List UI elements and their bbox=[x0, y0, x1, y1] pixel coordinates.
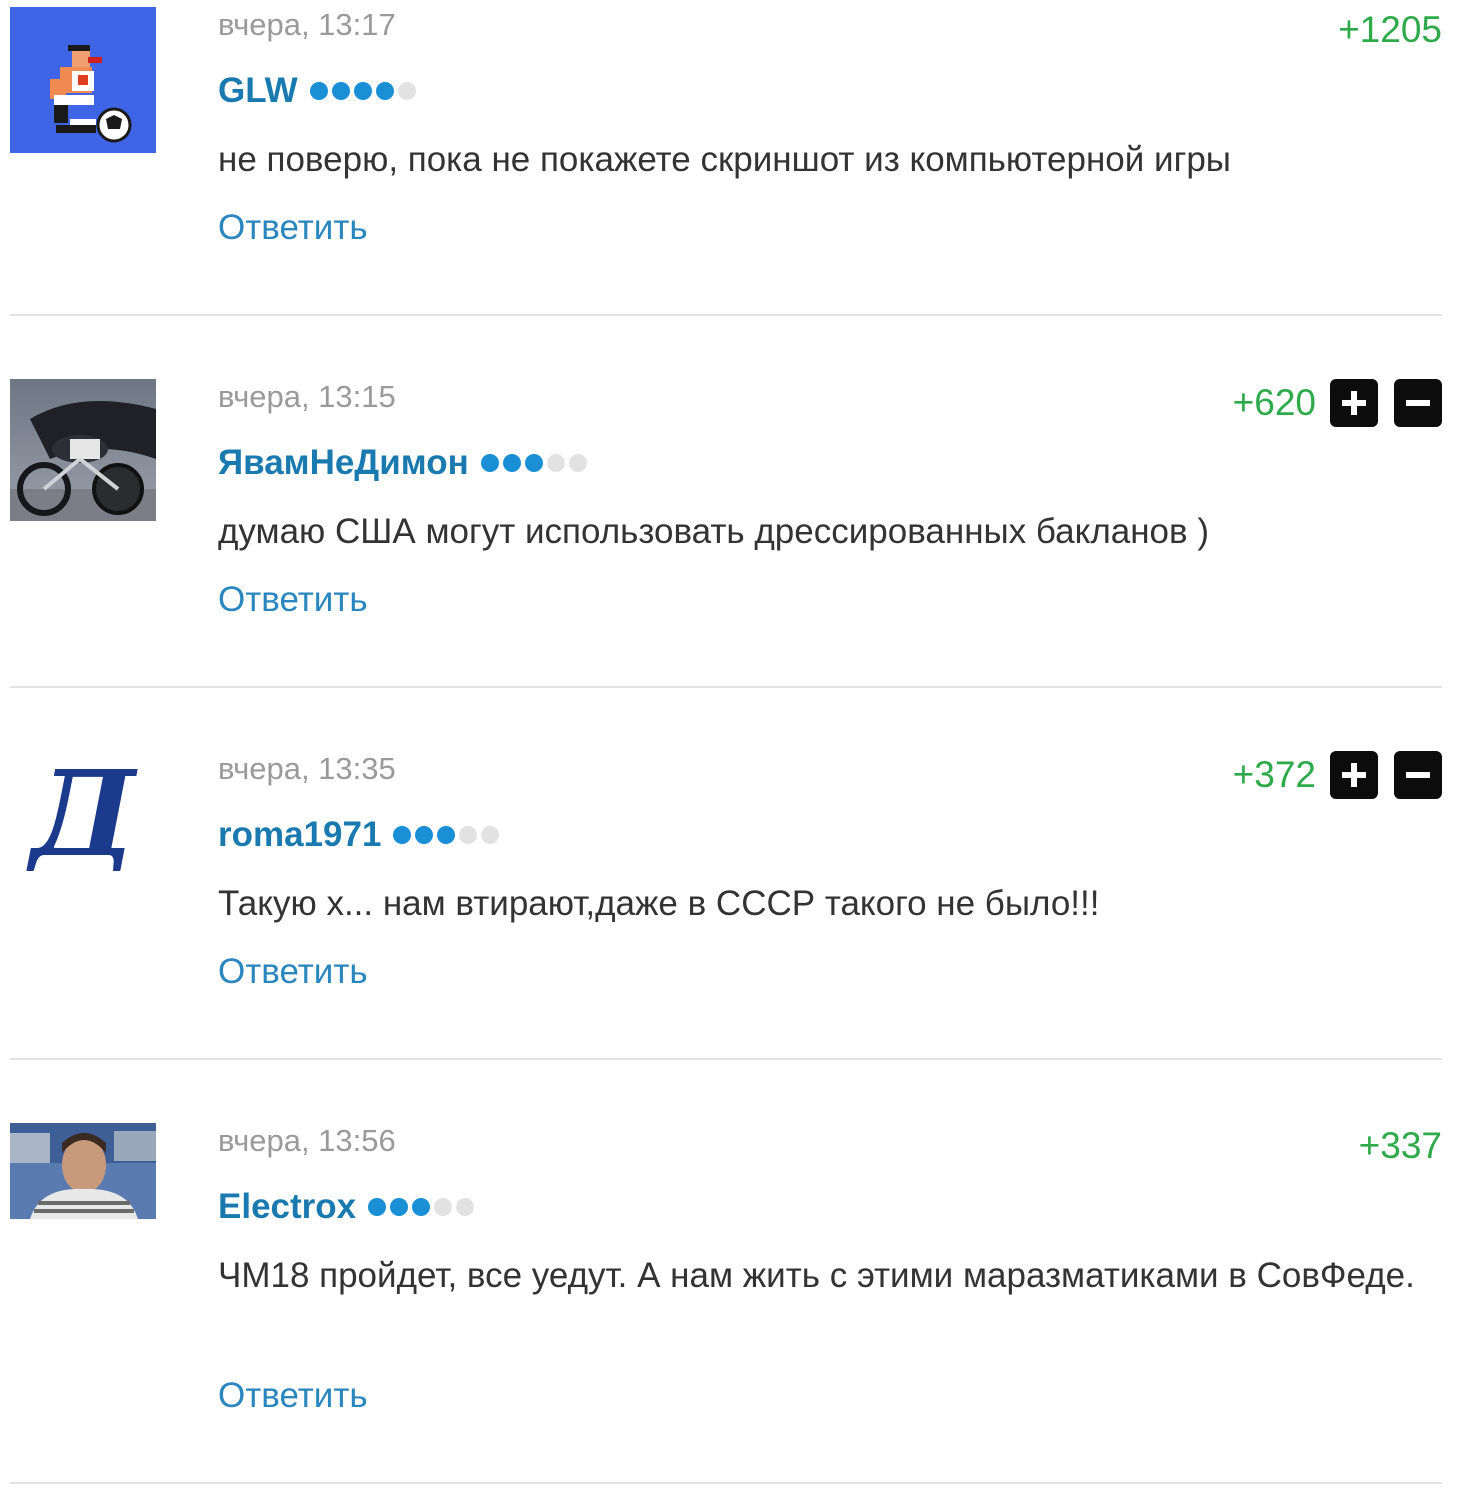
author-link[interactable]: GLW bbox=[218, 70, 298, 112]
upvote-button[interactable] bbox=[1330, 379, 1378, 427]
downvote-button[interactable] bbox=[1394, 379, 1442, 427]
user-rating-dots bbox=[309, 82, 416, 100]
rating-dot-on bbox=[353, 82, 372, 100]
author-link[interactable]: roma1971 bbox=[218, 814, 381, 856]
comment-score: +1205 bbox=[1338, 9, 1442, 50]
comment-text: думаю США могут использовать дрессирован… bbox=[218, 512, 1209, 551]
comment-score: +620 bbox=[1232, 382, 1316, 423]
comment-text: Такую х... нам втирают,даже в СССР таког… bbox=[218, 884, 1100, 923]
rating-dot-on bbox=[368, 1198, 387, 1216]
rating-dot-on bbox=[393, 826, 412, 844]
user-rating-dots bbox=[480, 454, 587, 472]
rating-dot-off bbox=[456, 1198, 475, 1216]
man-portrait-icon bbox=[10, 1123, 156, 1219]
upvote-button[interactable] bbox=[1330, 751, 1378, 799]
score-row: +1205 bbox=[1338, 8, 1442, 52]
rating-dot-on bbox=[415, 826, 434, 844]
reply-link[interactable]: Ответить bbox=[218, 579, 368, 621]
score-row: +372 bbox=[1233, 751, 1442, 799]
comment-timestamp: вчера, 13:17 bbox=[218, 7, 396, 42]
plus-icon bbox=[1342, 763, 1366, 787]
plus-icon bbox=[1342, 391, 1366, 415]
comment-text: ЧМ18 пройдет, все уедут. А нам жить с эт… bbox=[218, 1256, 1415, 1295]
rating-dot-on bbox=[309, 82, 328, 100]
avatar[interactable] bbox=[10, 1123, 156, 1219]
author-row: ЯвамНеДимон bbox=[218, 442, 587, 484]
pixel-boxer-with-ball-icon bbox=[10, 7, 156, 153]
rating-dot-off bbox=[481, 826, 500, 844]
avatar[interactable]: Д bbox=[10, 751, 156, 871]
rating-dot-off bbox=[397, 82, 416, 100]
rating-dot-on bbox=[502, 454, 521, 472]
rating-dot-on bbox=[524, 454, 543, 472]
rating-dot-off bbox=[459, 826, 478, 844]
comment-divider bbox=[10, 686, 1442, 688]
rating-dot-off bbox=[546, 454, 565, 472]
author-row: roma1971 bbox=[218, 814, 500, 856]
vote-buttons bbox=[1330, 379, 1442, 427]
cyclist-photo-icon bbox=[10, 379, 156, 521]
vote-buttons bbox=[1330, 751, 1442, 799]
dynamo-logo-icon: Д bbox=[10, 751, 156, 871]
comment-timestamp: вчера, 13:15 bbox=[218, 379, 396, 414]
comment-divider bbox=[10, 314, 1442, 316]
comment-text: не поверю, пока не покажете скриншот из … bbox=[218, 140, 1231, 179]
author-row: Electrox bbox=[218, 1186, 475, 1228]
comment-score: +372 bbox=[1232, 754, 1316, 795]
author-row: GLW bbox=[218, 70, 416, 112]
reply-link[interactable]: Ответить bbox=[218, 207, 368, 249]
user-rating-dots bbox=[368, 1198, 475, 1216]
score-row: +337 bbox=[1359, 1124, 1442, 1168]
rating-dot-on bbox=[480, 454, 499, 472]
avatar[interactable] bbox=[10, 379, 156, 521]
comment-divider bbox=[10, 1058, 1442, 1060]
author-link[interactable]: ЯвамНеДимон bbox=[218, 442, 469, 484]
comment-divider bbox=[10, 1482, 1442, 1484]
rating-dot-on bbox=[412, 1198, 431, 1216]
downvote-button[interactable] bbox=[1394, 751, 1442, 799]
minus-icon bbox=[1406, 772, 1430, 778]
comment-timestamp: вчера, 13:56 bbox=[218, 1123, 396, 1158]
reply-link[interactable]: Ответить bbox=[218, 1375, 368, 1417]
minus-icon bbox=[1406, 400, 1430, 406]
author-link[interactable]: Electrox bbox=[218, 1186, 356, 1228]
rating-dot-off bbox=[568, 454, 587, 472]
user-rating-dots bbox=[393, 826, 500, 844]
rating-dot-on bbox=[390, 1198, 409, 1216]
comment-timestamp: вчера, 13:35 bbox=[218, 751, 396, 786]
comment-score: +337 bbox=[1358, 1125, 1442, 1166]
svg-text:Д: Д bbox=[26, 751, 139, 871]
rating-dot-on bbox=[437, 826, 456, 844]
rating-dot-on bbox=[375, 82, 394, 100]
rating-dot-on bbox=[331, 82, 350, 100]
reply-link[interactable]: Ответить bbox=[218, 951, 368, 993]
rating-dot-off bbox=[434, 1198, 453, 1216]
avatar[interactable] bbox=[10, 7, 156, 153]
score-row: +620 bbox=[1233, 379, 1442, 427]
